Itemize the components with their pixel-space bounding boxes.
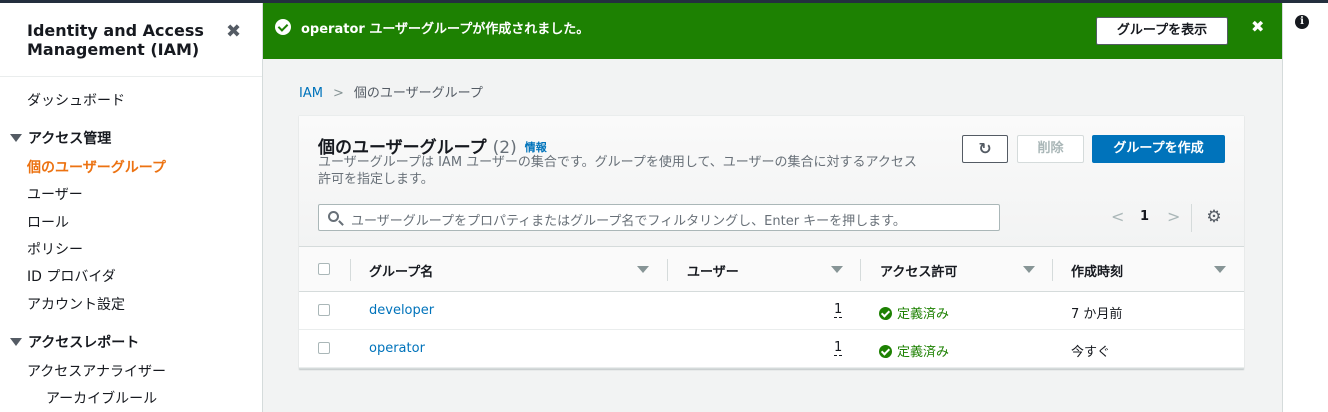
sidebar-item-user-groups[interactable]: 個のユーザーグループ	[27, 157, 166, 177]
sidebar-item-roles[interactable]: ロール	[27, 212, 69, 232]
permissions-status: 定義済み	[879, 303, 949, 322]
check-circle-icon	[879, 345, 892, 358]
close-icon[interactable]: ✖	[226, 21, 241, 42]
sidebar-section-label: アクセス管理	[28, 131, 112, 147]
sidebar-header: Identity and Access Management (IAM) ✖	[0, 3, 262, 77]
sidebar-item-identity-providers[interactable]: ID プロバイダ	[27, 266, 116, 286]
select-all-checkbox[interactable]	[318, 263, 330, 275]
refresh-button[interactable]: ↻	[962, 135, 1008, 163]
flash-message: operator ユーザーグループが作成されました。	[301, 22, 590, 37]
caret-down-icon	[10, 338, 22, 346]
creation-time: 今すぐ	[1071, 345, 1111, 360]
user-count[interactable]: 1	[834, 341, 843, 356]
column-divider	[860, 259, 861, 281]
table-row: operator 1 定義済み 今すぐ	[299, 330, 1244, 368]
column-header-users[interactable]: ユーザー	[687, 261, 739, 280]
view-group-button[interactable]: グループを表示	[1096, 17, 1228, 45]
column-divider	[1052, 259, 1053, 281]
page-number[interactable]: 1	[1140, 209, 1149, 224]
column-header-permissions[interactable]: アクセス許可	[880, 261, 957, 280]
sidebar-item-users[interactable]: ユーザー	[27, 184, 83, 204]
check-circle-icon	[275, 19, 291, 35]
user-groups-table-container: 個のユーザーグループ (2) 情報 ユーザーグループは IAM ユーザーの集合です。…	[299, 115, 1244, 369]
sidebar-section-access-reports[interactable]: アクセスレポート	[10, 332, 139, 352]
column-divider	[667, 259, 668, 281]
column-header-creation-time[interactable]: 作成時刻	[1071, 261, 1123, 280]
sidebar-item-policies[interactable]: ポリシー	[27, 239, 83, 259]
breadcrumb: IAM > 個のユーザーグループ	[299, 82, 483, 101]
column-divider	[350, 259, 351, 281]
sidebar-section-label: アクセスレポート	[28, 335, 140, 351]
permissions-status: 定義済み	[879, 341, 949, 360]
chevron-right-icon[interactable]: >	[1167, 207, 1180, 226]
divider	[1191, 204, 1192, 232]
success-flash-banner: operator ユーザーグループが作成されました。 グループを表示 ✖	[263, 3, 1282, 59]
table-header-panel: 個のユーザーグループ (2) 情報 ユーザーグループは IAM ユーザーの集合です。…	[299, 115, 1244, 246]
column-header-group-name[interactable]: グループ名	[369, 261, 433, 280]
create-group-button[interactable]: グループを作成	[1092, 135, 1225, 163]
page-description: ユーザーグループは IAM ユーザーの集合です。グループを使用して、ユーザーの集…	[318, 155, 917, 187]
chevron-left-icon[interactable]: <	[1111, 207, 1124, 226]
table-row: developer 1 定義済み 7 か月前	[299, 292, 1244, 330]
help-panel-strip: i	[1282, 3, 1328, 412]
search-placeholder: ユーザーグループをプロパティまたはグループ名でフィルタリングし、Enter キー…	[351, 214, 906, 229]
row-checkbox[interactable]	[318, 304, 330, 316]
sidebar-section-access-management[interactable]: アクセス管理	[10, 128, 111, 148]
group-name-link[interactable]: developer	[369, 303, 434, 318]
user-count[interactable]: 1	[834, 303, 843, 318]
sidebar: Identity and Access Management (IAM) ✖ ダ…	[0, 3, 263, 412]
sidebar-item-account-settings[interactable]: アカウント設定	[27, 294, 125, 314]
breadcrumb-iam-link[interactable]: IAM	[299, 86, 323, 101]
sidebar-title: Identity and Access Management (IAM)	[27, 21, 204, 59]
group-name-link[interactable]: operator	[369, 341, 425, 356]
delete-button[interactable]: 削除	[1017, 135, 1084, 163]
info-link[interactable]: 情報	[525, 141, 547, 154]
search-icon	[328, 211, 339, 222]
chevron-right-icon: >	[332, 86, 344, 101]
sidebar-item-access-analyzer[interactable]: アクセスアナライザー	[27, 361, 166, 381]
permissions-status-text: 定義済み	[897, 307, 950, 322]
gear-icon[interactable]: ⚙	[1205, 208, 1223, 226]
sort-caret-icon[interactable]	[831, 266, 843, 273]
permissions-status-text: 定義済み	[897, 345, 950, 360]
search-input[interactable]: ユーザーグループをプロパティまたはグループ名でフィルタリングし、Enter キー…	[318, 204, 1000, 231]
table-column-headers: グループ名 ユーザー アクセス許可 作成時刻	[299, 246, 1244, 292]
sort-caret-icon[interactable]	[1214, 266, 1226, 273]
info-icon[interactable]: i	[1295, 15, 1309, 29]
caret-down-icon	[10, 134, 22, 142]
close-icon[interactable]: ✖	[1251, 17, 1264, 36]
sidebar-item-archive-rules[interactable]: アーカイブルール	[46, 388, 157, 408]
row-checkbox[interactable]	[318, 342, 330, 354]
creation-time: 7 か月前	[1071, 307, 1123, 322]
sidebar-item-dashboard[interactable]: ダッシュボード	[27, 90, 125, 110]
sort-caret-icon[interactable]	[1023, 266, 1035, 273]
sort-caret-icon[interactable]	[637, 266, 649, 273]
refresh-icon: ↻	[978, 139, 992, 158]
check-circle-icon	[879, 307, 892, 320]
breadcrumb-current: 個のユーザーグループ	[353, 86, 483, 101]
